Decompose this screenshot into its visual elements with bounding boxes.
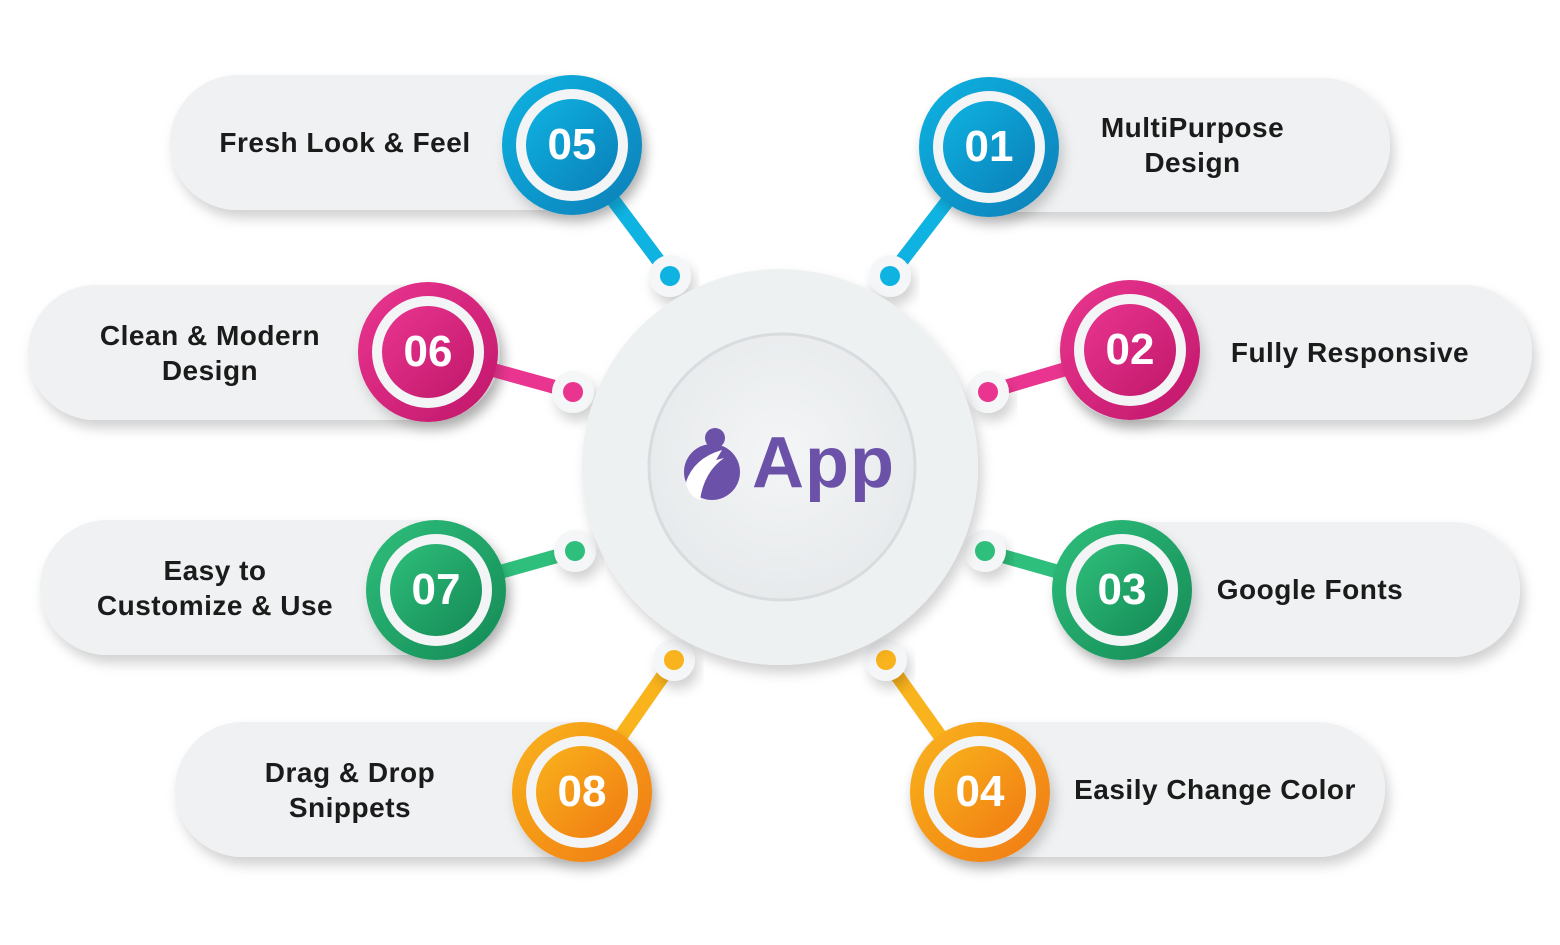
connector-dot-01 (880, 266, 900, 286)
connector-dot-02 (978, 382, 998, 402)
feature-number-07: 07 (411, 565, 461, 614)
feature-label-01: MultiPurpose Design (1100, 112, 1285, 178)
feature-number-04: 04 (955, 767, 1005, 816)
feature-label-06: Clean & Modern Design (99, 319, 321, 386)
feature-number-03: 03 (1097, 565, 1147, 614)
app-logo-text: App (752, 423, 895, 503)
feature-label-07: Easy to Customize & Use (96, 554, 334, 621)
feature-number-02: 02 (1105, 325, 1155, 374)
feature-label-03: Google Fonts (1216, 574, 1404, 605)
feature-label-05: Fresh Look & Feel (219, 127, 471, 158)
feature-label-02: Fully Responsive (1230, 337, 1470, 368)
feature-number-08: 08 (557, 767, 607, 816)
feature-number-05: 05 (547, 120, 597, 169)
feature-number-01: 01 (964, 122, 1014, 171)
connector-dot-05 (660, 266, 680, 286)
feature-label-08: Drag & Drop Snippets (264, 756, 436, 823)
connector-dot-08 (664, 650, 684, 670)
feature-label-04: Easily Change Color (1074, 774, 1356, 805)
feature-number-06: 06 (403, 327, 453, 376)
connector-dot-03 (975, 541, 995, 561)
connector-dot-04 (876, 650, 896, 670)
connector-dot-06 (563, 382, 583, 402)
connector-dot-07 (565, 541, 585, 561)
